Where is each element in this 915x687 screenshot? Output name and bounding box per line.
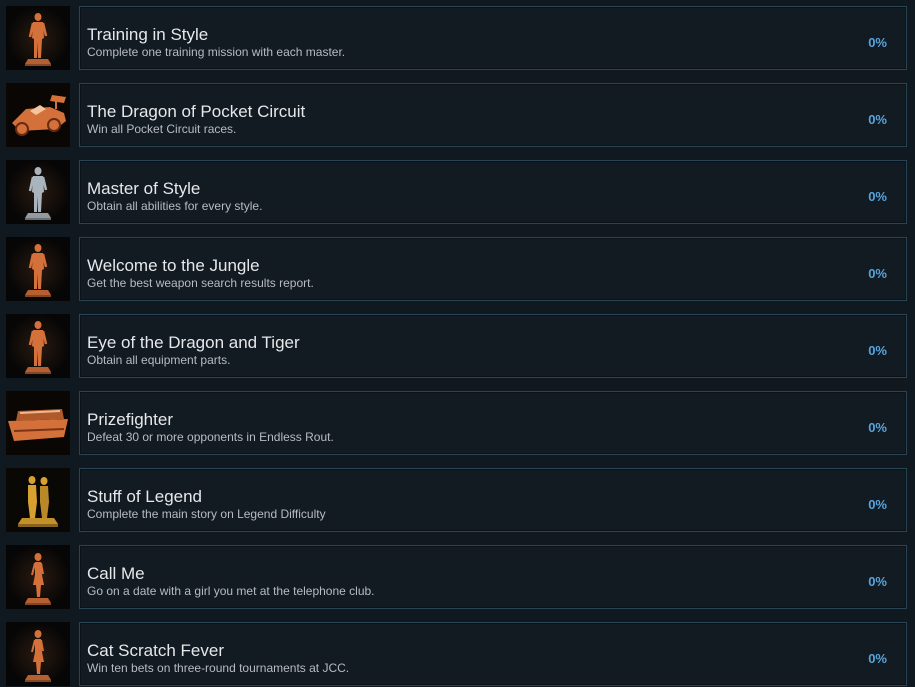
achievement-card[interactable]: Training in Style Complete one training … — [79, 6, 907, 70]
bronze-race-car-icon — [6, 83, 70, 147]
achievement-percent: 0% — [868, 343, 887, 358]
achievement-row[interactable]: Call Me Go on a date with a girl you met… — [0, 545, 915, 611]
achievement-card[interactable]: Master of Style Obtain all abilities for… — [79, 160, 907, 224]
achievement-title: Welcome to the Jungle — [87, 256, 260, 275]
achievement-row[interactable]: Training in Style Complete one training … — [0, 6, 915, 72]
bronze-boat-icon — [6, 391, 70, 455]
achievement-title: Master of Style — [87, 179, 201, 198]
achievement-card[interactable]: Welcome to the Jungle Get the best weapo… — [79, 237, 907, 301]
achievement-title: The Dragon of Pocket Circuit — [87, 102, 306, 121]
achievement-description: Win all Pocket Circuit races. — [87, 122, 237, 136]
achievement-list: Training in Style Complete one training … — [0, 0, 915, 687]
achievement-percent: 0% — [868, 651, 887, 666]
achievement-card[interactable]: Eye of the Dragon and Tiger Obtain all e… — [79, 314, 907, 378]
achievement-title: Stuff of Legend — [87, 487, 203, 506]
achievement-percent: 0% — [868, 35, 887, 50]
achievement-percent: 0% — [868, 266, 887, 281]
achievement-card[interactable]: Stuff of Legend Complete the main story … — [79, 468, 907, 532]
bronze-woman-figure-icon — [6, 622, 70, 686]
achievement-row[interactable]: Prizefighter Defeat 30 or more opponents… — [0, 391, 915, 457]
achievement-description: Win ten bets on three-round tournaments … — [87, 661, 350, 675]
achievement-row[interactable]: Stuff of Legend Complete the main story … — [0, 468, 915, 534]
achievement-percent: 0% — [868, 112, 887, 127]
achievement-title: Eye of the Dragon and Tiger — [87, 333, 300, 352]
achievement-description: Complete one training mission with each … — [87, 45, 346, 59]
achievement-percent: 0% — [868, 497, 887, 512]
achievement-percent: 0% — [868, 189, 887, 204]
achievement-title: Call Me — [87, 564, 145, 583]
achievement-row[interactable]: The Dragon of Pocket Circuit Win all Poc… — [0, 83, 915, 149]
achievement-description: Get the best weapon search results repor… — [87, 276, 314, 290]
bronze-man-figure-icon — [6, 6, 70, 70]
achievement-row[interactable]: Master of Style Obtain all abilities for… — [0, 160, 915, 226]
achievement-title: Cat Scratch Fever — [87, 641, 224, 660]
achievement-card[interactable]: Call Me Go on a date with a girl you met… — [79, 545, 907, 609]
bronze-woman-figure-icon — [6, 545, 70, 609]
achievement-card[interactable]: Prizefighter Defeat 30 or more opponents… — [79, 391, 907, 455]
achievement-card[interactable]: Cat Scratch Fever Win ten bets on three-… — [79, 622, 907, 686]
bronze-man-figure-icon — [6, 314, 70, 378]
achievement-title: Training in Style — [87, 25, 209, 44]
achievement-description: Defeat 30 or more opponents in Endless R… — [87, 430, 334, 444]
achievement-row[interactable]: Welcome to the Jungle Get the best weapo… — [0, 237, 915, 303]
achievement-title: Prizefighter — [87, 410, 173, 429]
achievement-percent: 0% — [868, 420, 887, 435]
achievement-description: Go on a date with a girl you met at the … — [87, 584, 375, 598]
achievement-description: Complete the main story on Legend Diffic… — [87, 507, 326, 521]
achievement-row[interactable]: Eye of the Dragon and Tiger Obtain all e… — [0, 314, 915, 380]
achievement-description: Obtain all abilities for every style. — [87, 199, 263, 213]
achievement-card[interactable]: The Dragon of Pocket Circuit Win all Poc… — [79, 83, 907, 147]
achievement-description: Obtain all equipment parts. — [87, 353, 231, 367]
gold-two-figures-icon — [6, 468, 70, 532]
bronze-man-figure-icon — [6, 237, 70, 301]
achievement-row[interactable]: Cat Scratch Fever Win ten bets on three-… — [0, 622, 915, 687]
achievement-percent: 0% — [868, 574, 887, 589]
silver-man-figure-icon — [6, 160, 70, 224]
